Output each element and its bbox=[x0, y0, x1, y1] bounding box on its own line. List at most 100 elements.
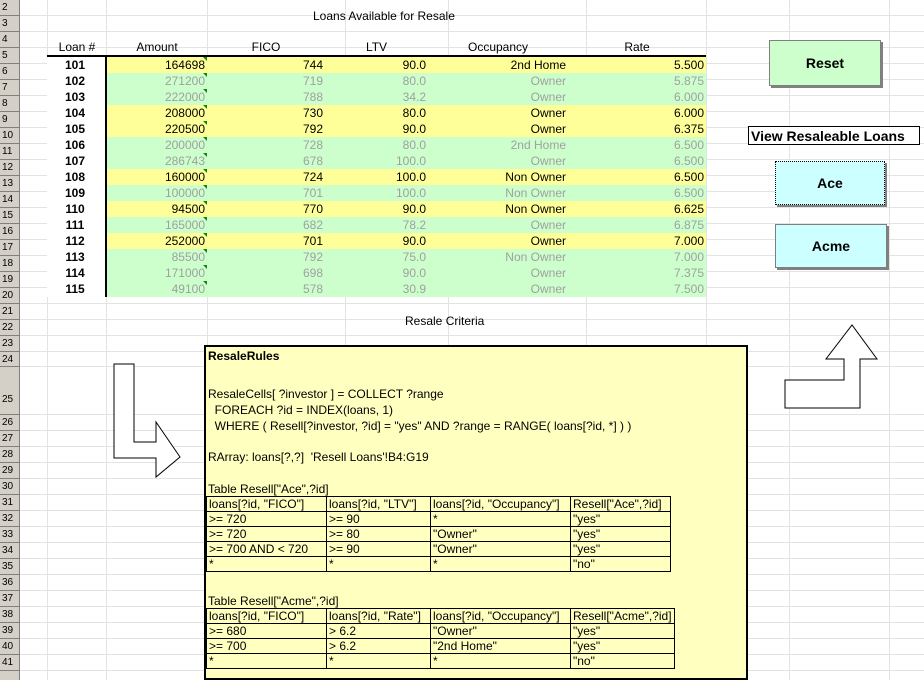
rule-cell[interactable]: loans[?id, "FICO"] bbox=[206, 496, 327, 512]
rule-cell[interactable]: "Owner" bbox=[430, 623, 571, 639]
cell-amount[interactable]: 200000 bbox=[107, 137, 208, 153]
cell-id[interactable]: 105 bbox=[47, 121, 107, 137]
rule-cell[interactable]: "Owner" bbox=[430, 526, 571, 542]
cell-ltv[interactable]: 80.0 bbox=[325, 105, 428, 121]
rule-cell[interactable]: loans[?id, "LTV"] bbox=[326, 496, 431, 512]
cell-amount[interactable]: 164698 bbox=[107, 57, 208, 73]
rule-cell[interactable]: >= 90 bbox=[326, 511, 431, 527]
cell-occupancy[interactable]: Non Owner bbox=[428, 169, 568, 185]
cell-id[interactable]: 112 bbox=[47, 233, 107, 249]
cell-id[interactable]: 115 bbox=[47, 281, 107, 297]
cell-fico[interactable]: 744 bbox=[207, 57, 325, 73]
cell-occupancy[interactable]: Owner bbox=[428, 265, 568, 281]
cell-rate[interactable]: 7.000 bbox=[568, 233, 706, 249]
rule-cell[interactable]: * bbox=[326, 653, 431, 669]
cell-rate[interactable]: 6.500 bbox=[568, 137, 706, 153]
cell-rate[interactable]: 7.375 bbox=[568, 265, 706, 281]
cell-id[interactable]: 104 bbox=[47, 105, 107, 121]
rule-cell[interactable]: >= 700 AND < 720 bbox=[206, 541, 327, 557]
rule-cell[interactable]: "2nd Home" bbox=[430, 638, 571, 654]
cell-ltv[interactable]: 100.0 bbox=[325, 153, 428, 169]
cell-amount[interactable]: 208000 bbox=[107, 105, 208, 121]
cell-occupancy[interactable]: Non Owner bbox=[428, 249, 568, 265]
cell-amount[interactable]: 94500 bbox=[107, 201, 208, 217]
rule-cell[interactable]: >= 90 bbox=[326, 541, 431, 557]
cell-ltv[interactable]: 34.2 bbox=[325, 89, 428, 105]
cell-id[interactable]: 103 bbox=[47, 89, 107, 105]
rule-cell[interactable]: Resell["Acme",?id] bbox=[570, 608, 675, 624]
rule-cell[interactable]: loans[?id, "Occupancy"] bbox=[430, 608, 571, 624]
cell-amount[interactable]: 222000 bbox=[107, 89, 208, 105]
cell-rate[interactable]: 6.500 bbox=[568, 153, 706, 169]
cell-occupancy[interactable]: Non Owner bbox=[428, 185, 568, 201]
cell-occupancy[interactable]: Owner bbox=[428, 281, 568, 297]
rule-cell[interactable]: > 6.2 bbox=[326, 638, 431, 654]
cell-occupancy[interactable]: Owner bbox=[428, 105, 568, 121]
acme-button[interactable]: Acme bbox=[775, 224, 887, 268]
cell-ltv[interactable]: 100.0 bbox=[325, 169, 428, 185]
cell-rate[interactable]: 5.500 bbox=[568, 57, 706, 73]
rule-cell[interactable]: Resell["Ace",?id] bbox=[570, 496, 671, 512]
rule-cell[interactable]: "no" bbox=[570, 556, 671, 572]
cell-ltv[interactable]: 90.0 bbox=[325, 57, 428, 73]
cell-ltv[interactable]: 90.0 bbox=[325, 265, 428, 281]
rule-cell[interactable]: >= 80 bbox=[326, 526, 431, 542]
rule-cell[interactable]: >= 720 bbox=[206, 511, 327, 527]
rule-cell[interactable]: * bbox=[430, 556, 571, 572]
rule-cell[interactable]: * bbox=[206, 653, 327, 669]
cell-rate[interactable]: 7.000 bbox=[568, 249, 706, 265]
cell-id[interactable]: 111 bbox=[47, 217, 107, 233]
cell-fico[interactable]: 678 bbox=[207, 153, 325, 169]
rule-cell[interactable]: * bbox=[430, 511, 571, 527]
cell-occupancy[interactable]: Owner bbox=[428, 153, 568, 169]
reset-button[interactable]: Reset bbox=[769, 40, 881, 86]
cell-id[interactable]: 102 bbox=[47, 73, 107, 89]
cell-ltv[interactable]: 90.0 bbox=[325, 233, 428, 249]
cell-id[interactable]: 106 bbox=[47, 137, 107, 153]
cell-amount[interactable]: 49100 bbox=[107, 281, 208, 297]
cell-fico[interactable]: 792 bbox=[207, 121, 325, 137]
cell-rate[interactable]: 5.875 bbox=[568, 73, 706, 89]
rule-cell[interactable]: "no" bbox=[570, 653, 675, 669]
cell-occupancy[interactable]: Owner bbox=[428, 121, 568, 137]
cell-id[interactable]: 114 bbox=[47, 265, 107, 281]
cell-rate[interactable]: 7.500 bbox=[568, 281, 706, 297]
rule-cell[interactable]: loans[?id, "Rate"] bbox=[326, 608, 431, 624]
rule-cell[interactable]: >= 680 bbox=[206, 623, 327, 639]
cell-fico[interactable]: 701 bbox=[207, 185, 325, 201]
cell-amount[interactable]: 252000 bbox=[107, 233, 208, 249]
cell-ltv[interactable]: 90.0 bbox=[325, 121, 428, 137]
rule-cell[interactable]: >= 720 bbox=[206, 526, 327, 542]
cell-ltv[interactable]: 75.0 bbox=[325, 249, 428, 265]
cell-rate[interactable]: 6.500 bbox=[568, 169, 706, 185]
cell-occupancy[interactable]: Owner bbox=[428, 89, 568, 105]
rule-cell[interactable]: * bbox=[326, 556, 431, 572]
cell-occupancy[interactable]: Owner bbox=[428, 233, 568, 249]
cell-id[interactable]: 113 bbox=[47, 249, 107, 265]
cell-amount[interactable]: 271200 bbox=[107, 73, 208, 89]
cell-fico[interactable]: 728 bbox=[207, 137, 325, 153]
ace-button[interactable]: Ace bbox=[775, 161, 885, 205]
cell-rate[interactable]: 6.625 bbox=[568, 201, 706, 217]
cell-fico[interactable]: 682 bbox=[207, 217, 325, 233]
rule-cell[interactable]: "yes" bbox=[570, 541, 671, 557]
rule-cell[interactable]: "yes" bbox=[570, 638, 675, 654]
cell-rate[interactable]: 6.000 bbox=[568, 105, 706, 121]
cell-amount[interactable]: 85500 bbox=[107, 249, 208, 265]
rule-cell[interactable]: "Owner" bbox=[430, 541, 571, 557]
rule-cell[interactable]: loans[?id, "FICO"] bbox=[206, 608, 327, 624]
cell-fico[interactable]: 792 bbox=[207, 249, 325, 265]
cell-id[interactable]: 110 bbox=[47, 201, 107, 217]
cell-occupancy[interactable]: Owner bbox=[428, 73, 568, 89]
cell-ltv[interactable]: 78.2 bbox=[325, 217, 428, 233]
cell-occupancy[interactable]: Non Owner bbox=[428, 201, 568, 217]
cell-fico[interactable]: 578 bbox=[207, 281, 325, 297]
cell-rate[interactable]: 6.875 bbox=[568, 217, 706, 233]
cell-occupancy[interactable]: Owner bbox=[428, 217, 568, 233]
cell-ltv[interactable]: 100.0 bbox=[325, 185, 428, 201]
cell-rate[interactable]: 6.375 bbox=[568, 121, 706, 137]
cell-amount[interactable]: 165000 bbox=[107, 217, 208, 233]
cell-occupancy[interactable]: 2nd Home bbox=[428, 57, 568, 73]
cell-fico[interactable]: 698 bbox=[207, 265, 325, 281]
cell-amount[interactable]: 286743 bbox=[107, 153, 208, 169]
